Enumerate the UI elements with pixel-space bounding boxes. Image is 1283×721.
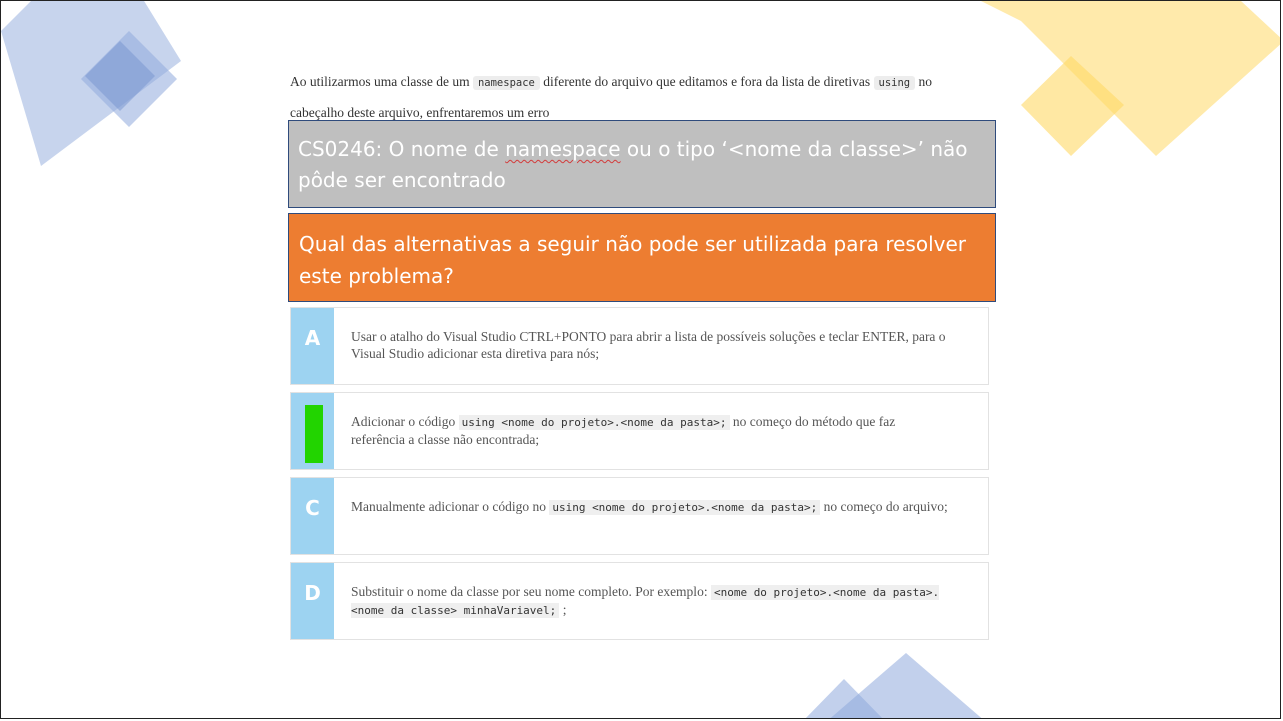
option-c[interactable]: C Manualmente adicionar o código no usin… bbox=[290, 477, 989, 555]
option-b-text: Adicionar o código using <nome do projet… bbox=[351, 413, 951, 448]
option-b-highlight-marker bbox=[305, 405, 323, 463]
option-d-text: Substituir o nome da classe por seu nome… bbox=[351, 583, 951, 619]
namespace-code: namespace bbox=[472, 76, 540, 90]
option-d-letter: D bbox=[291, 563, 334, 639]
decorative-shapes-top-right bbox=[981, 1, 1280, 156]
option-c-text: Manualmente adicionar o código no using … bbox=[351, 498, 951, 516]
option-c-letter: C bbox=[291, 478, 334, 554]
question-text: Qual das alternativas a seguir não pode … bbox=[299, 232, 967, 288]
intro-text-1: Ao utilizarmos uma classe de um bbox=[290, 74, 470, 89]
option-d-text-2: ; bbox=[562, 602, 567, 617]
option-a[interactable]: A Usar o atalho do Visual Studio CTRL+PO… bbox=[290, 307, 989, 385]
slide: Ao utilizarmos uma classe de um namespac… bbox=[0, 0, 1281, 719]
option-b[interactable]: B Adicionar o código using <nome do proj… bbox=[290, 392, 989, 470]
option-c-text-2: no começo do arquivo; bbox=[823, 499, 948, 514]
intro-text-2: diferente do arquivo que editamos e fora… bbox=[543, 74, 871, 89]
using-code: using bbox=[873, 76, 916, 90]
question-box: Qual das alternativas a seguir não pode … bbox=[288, 213, 996, 302]
option-a-text: Usar o atalho do Visual Studio CTRL+PONT… bbox=[351, 329, 946, 361]
error-prefix: CS0246: O nome de bbox=[298, 137, 499, 161]
option-d-text-1: Substituir o nome da classe por seu nome… bbox=[351, 584, 708, 599]
option-b-code: using <nome do projeto>.<nome da pasta>; bbox=[458, 415, 730, 430]
option-b-text-1: Adicionar o código bbox=[351, 414, 456, 429]
intro-paragraph: Ao utilizarmos uma classe de um namespac… bbox=[290, 67, 950, 128]
option-a-letter: A bbox=[291, 308, 334, 384]
decorative-shapes-bottom bbox=[805, 653, 982, 718]
option-c-code: using <nome do projeto>.<nome da pasta>; bbox=[549, 500, 821, 515]
decorative-shapes-top-left bbox=[1, 1, 181, 166]
option-d[interactable]: D Substituir o nome da classe por seu no… bbox=[290, 562, 989, 640]
error-namespace-word: namespace bbox=[505, 137, 621, 161]
option-c-text-1: Manualmente adicionar o código no bbox=[351, 499, 546, 514]
error-message-box: CS0246: O nome de namespace ou o tipo ‘<… bbox=[288, 120, 996, 208]
